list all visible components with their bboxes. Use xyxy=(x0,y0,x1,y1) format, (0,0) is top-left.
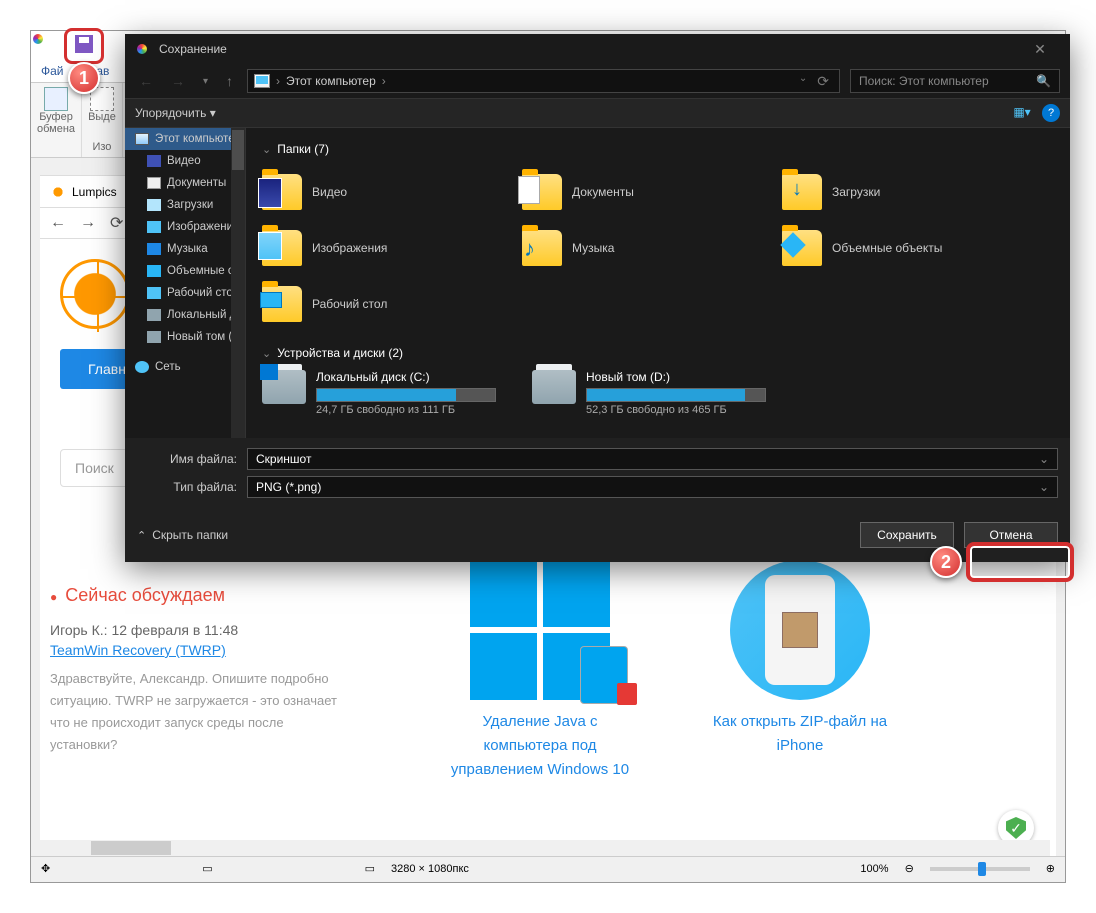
drive-c[interactable]: Локальный диск (C:) 24,7 ГБ свободно из … xyxy=(262,370,512,416)
search-icon: 🔍 xyxy=(1036,74,1051,88)
discuss-block: Сейчас обсуждаем Игорь К.: 12 февраля в … xyxy=(50,585,350,756)
zoom-out-button[interactable]: ⊖ xyxy=(905,862,914,875)
move-cursor-icon: ✥ xyxy=(41,862,50,875)
folder-music[interactable]: Музыка xyxy=(522,222,772,274)
select-button[interactable]: Выде xyxy=(88,87,116,123)
dialog-nav: ← → ▾ ↑ › Этот компьютер › ⌄ ⟳ Поиск: Эт… xyxy=(125,64,1070,98)
save-dialog: Сохранение ✕ ← → ▾ ↑ › Этот компьютер › … xyxy=(125,34,1070,561)
java-icon xyxy=(580,646,628,704)
tree-downloads[interactable]: Загрузки xyxy=(125,194,245,216)
paint-status-bar: ✥ ▭ ▭ 3280 × 1080пкс 100% ⊖ ⊕ xyxy=(31,856,1065,880)
canvas-dimensions: 3280 × 1080пкс xyxy=(391,863,469,875)
dialog-app-icon xyxy=(135,41,151,57)
folder-downloads[interactable]: Загрузки xyxy=(782,166,1032,218)
phone-icon xyxy=(730,560,870,700)
nav-forward-icon[interactable]: → xyxy=(167,73,189,89)
dims-icon: ▭ xyxy=(365,862,375,875)
folder-images[interactable]: Изображения xyxy=(262,222,512,274)
paint-horizontal-scrollbar[interactable] xyxy=(31,840,1050,856)
dialog-footer: Скрыть папки Сохранить Отмена xyxy=(125,514,1070,562)
nav-back-icon[interactable]: ← xyxy=(135,73,157,89)
discuss-meta: Игорь К.: 12 февраля в 11:48 xyxy=(50,622,350,638)
paint-app-icon xyxy=(37,37,53,53)
filename-input[interactable]: Скриншот⌄ xyxy=(247,448,1058,470)
callout-highlight-save-icon xyxy=(64,28,104,64)
refresh-icon[interactable]: ⟳ xyxy=(813,73,833,90)
dialog-title: Сохранение xyxy=(159,42,227,56)
cancel-button[interactable]: Отмена xyxy=(964,522,1058,548)
folder-video[interactable]: Видео xyxy=(262,166,512,218)
zip-box-icon xyxy=(782,612,818,648)
content-pane: Папки (7) Видео Документы Загрузки Изобр… xyxy=(246,128,1070,438)
tree-this-pc[interactable]: Этот компьютер xyxy=(125,128,245,150)
tree-disk-c[interactable]: Локальный дис xyxy=(125,304,245,326)
drive-d-icon xyxy=(532,370,576,404)
selection-icon: ▭ xyxy=(202,862,212,875)
tree-documents[interactable]: Документы xyxy=(125,172,245,194)
callout-1: 1 xyxy=(68,62,100,94)
discuss-link[interactable]: TeamWin Recovery (TWRP) xyxy=(50,642,226,658)
clipboard-button[interactable]: Буфер обмена xyxy=(37,87,75,135)
dialog-titlebar: Сохранение ✕ xyxy=(125,34,1070,64)
nav-up-icon[interactable]: ↑ xyxy=(222,73,237,89)
image-group-label: Изо xyxy=(92,141,111,153)
help-icon[interactable]: ? xyxy=(1042,104,1060,122)
nav-tree[interactable]: Этот компьютер Видео Документы Загрузки … xyxy=(125,128,246,438)
tree-network[interactable]: Сеть xyxy=(125,356,245,378)
discuss-text: Здравствуйте, Александр. Опишите подробн… xyxy=(50,668,350,756)
zoom-slider[interactable] xyxy=(930,867,1030,871)
tree-disk-d[interactable]: Новый том (D:) xyxy=(125,326,245,348)
tree-music[interactable]: Музыка xyxy=(125,238,245,260)
drive-c-icon xyxy=(262,370,306,404)
dialog-toolbar: Упорядочить ▾ ▦▾ ? xyxy=(125,98,1070,128)
save-button[interactable]: Сохранить xyxy=(860,522,954,548)
tree-video[interactable]: Видео xyxy=(125,150,245,172)
folder-3d-objects[interactable]: Объемные объекты xyxy=(782,222,1032,274)
pc-icon xyxy=(254,74,270,88)
filetype-label: Тип файла: xyxy=(137,480,247,494)
filetype-select[interactable]: PNG (*.png)⌄ xyxy=(247,476,1058,498)
folders-header[interactable]: Папки (7) xyxy=(262,142,1054,156)
tree-images[interactable]: Изображения xyxy=(125,216,245,238)
dialog-fields: Имя файла: Скриншот⌄ Тип файла: PNG (*.p… xyxy=(125,438,1070,514)
tree-3d-objects[interactable]: Объемные объ xyxy=(125,260,245,282)
folder-documents[interactable]: Документы xyxy=(522,166,772,218)
site-favicon-icon xyxy=(50,184,66,200)
callout-2: 2 xyxy=(930,546,962,578)
drive-d[interactable]: Новый том (D:) 52,3 ГБ свободно из 465 Г… xyxy=(532,370,782,416)
cards-area: Удаление Java с компьютера под управлени… xyxy=(440,560,900,782)
tree-desktop[interactable]: Рабочий стол xyxy=(125,282,245,304)
reload-icon[interactable]: ⟳ xyxy=(110,213,123,233)
filename-label: Имя файла: xyxy=(137,452,247,466)
discuss-heading: Сейчас обсуждаем xyxy=(50,585,350,606)
zoom-value: 100% xyxy=(860,863,888,875)
address-bar[interactable]: › Этот компьютер › ⌄ ⟳ xyxy=(247,69,840,93)
site-logo-icon xyxy=(60,259,130,329)
nav-recent-icon[interactable]: ▾ xyxy=(199,76,212,87)
tab-title: Lumpics xyxy=(72,185,117,199)
back-icon[interactable]: ← xyxy=(50,214,66,232)
view-options-icon[interactable]: ▦▾ xyxy=(1012,105,1032,121)
hide-folders-button[interactable]: Скрыть папки xyxy=(137,528,228,542)
addr-dropdown-icon[interactable]: ⌄ xyxy=(795,73,811,90)
zoom-in-button[interactable]: ⊕ xyxy=(1046,862,1055,875)
tree-scrollbar[interactable] xyxy=(231,128,245,438)
address-location: Этот компьютер xyxy=(286,74,376,88)
organize-button[interactable]: Упорядочить ▾ xyxy=(135,106,216,120)
close-button[interactable]: ✕ xyxy=(1020,41,1060,58)
forward-icon[interactable]: → xyxy=(80,214,96,232)
card-java[interactable]: Удаление Java с компьютера под управлени… xyxy=(440,560,640,782)
dialog-search-input[interactable]: Поиск: Этот компьютер 🔍 xyxy=(850,69,1060,93)
drives-header[interactable]: Устройства и диски (2) xyxy=(262,346,1054,360)
folder-desktop[interactable]: Рабочий стол xyxy=(262,278,512,330)
card-zip[interactable]: Как открыть ZIP-файл на iPhone xyxy=(700,560,900,782)
